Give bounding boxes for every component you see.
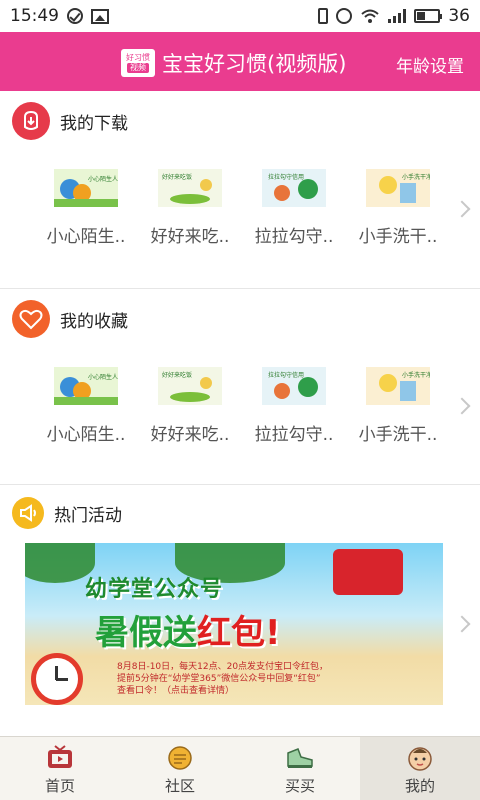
logo-line1: 好习惯 [126,53,150,62]
banner-detail-line: 查看口令！（点击查看详情） [117,686,235,696]
download-item[interactable]: 好好来吃饭 好好来吃.. [138,169,242,247]
favorite-item[interactable]: 拉拉勾守信用 拉拉勾守.. [242,367,346,445]
activities-section: 热门活动 幼学堂公众号 暑假送红包! 8月8日-10日，每天12点、20点发支付… [0,484,480,736]
tab-label: 社区 [164,777,195,795]
download-item[interactable]: 小手洗干净 小手洗干.. [346,169,450,247]
video-thumbnail: 好好来吃饭 [158,169,222,207]
video-thumbnail: 小心陌生人 [54,367,118,405]
alarm-clock-icon [31,653,83,705]
alarm-icon [336,8,353,24]
item-label: 小心陌生.. [46,425,126,445]
item-label: 拉拉勾守.. [254,425,334,445]
thumb-caption: 好好来吃饭 [162,371,192,379]
chat-icon [165,745,195,771]
red-envelope-graphic [333,549,403,595]
item-label: 小手洗干.. [358,425,438,445]
status-bar: 15:49 36 [0,0,480,32]
page-title: 宝宝好习惯(视频版) [162,52,347,76]
video-thumbnail: 拉拉勾守信用 [262,169,326,207]
app-logo: 好习惯 视频 [121,49,155,77]
item-label: 拉拉勾守.. [254,227,334,247]
thumb-caption: 拉拉勾守信用 [268,371,304,379]
banner-subheadline-a: 暑假送 [95,613,197,653]
promo-banner[interactable]: 幼学堂公众号 暑假送红包! 8月8日-10日，每天12点、20点发支付宝口令红包… [25,543,443,705]
chevron-right-icon[interactable] [453,397,471,415]
thumb-caption: 小心陌生人 [88,373,118,381]
tab-label: 首页 [44,777,75,795]
banner-subheadline-b: 红包! [197,613,281,653]
item-label: 小手洗干.. [358,227,438,247]
age-setting-button[interactable]: 年龄设置 [396,52,464,77]
favorite-item[interactable]: 好好来吃饭 好好来吃.. [138,367,242,445]
tab-mine[interactable]: 我的 [360,737,480,800]
item-label: 好好来吃.. [150,425,230,445]
tab-home[interactable]: 首页 [0,737,120,800]
heart-icon [12,300,50,338]
megaphone-icon [12,497,44,529]
video-thumbnail: 小心陌生人 [54,169,118,207]
favorite-item[interactable]: 小手洗干净 小手洗干.. [346,367,450,445]
video-thumbnail: 小手洗干净 [366,169,430,207]
download-item[interactable]: 小心陌生人 小心陌生.. [34,169,138,247]
banner-detail: 8月8日-10日，每天12点、20点发支付宝口令红包， 提前5分钟在“幼学堂36… [117,661,328,697]
activities-title: 热门活动 [54,505,122,526]
wifi-icon [361,9,380,23]
check-circle-icon [67,8,83,24]
item-label: 好好来吃.. [150,227,230,247]
tab-label: 我的 [404,777,435,795]
tv-icon [45,745,75,771]
battery-icon [414,9,443,23]
shoe-icon [285,745,315,771]
thumb-caption: 好好来吃饭 [162,173,192,181]
tab-community[interactable]: 社区 [120,737,240,800]
download-item[interactable]: 拉拉勾守信用 拉拉勾守.. [242,169,346,247]
bottom-tab-bar: 首页 社区 买买 我的 [0,736,480,800]
tab-shop[interactable]: 买买 [240,737,360,800]
baby-face-icon [405,745,435,771]
download-icon [12,102,50,140]
video-thumbnail: 好好来吃饭 [158,367,222,405]
favorites-title: 我的收藏 [60,311,128,332]
signal-icon [388,9,407,23]
banner-detail-line: 8月8日-10日，每天12点、20点发支付宝口令红包， [117,662,329,672]
favorite-item[interactable]: 小心陌生人 小心陌生.. [34,367,138,445]
chevron-right-icon[interactable] [453,615,471,633]
app-header: 好习惯 视频 宝宝好习惯(视频版) 年龄设置 [0,32,480,91]
downloads-title: 我的下载 [60,113,128,134]
banner-detail-line: 提前5分钟在“幼学堂365”微信公众号中回复“红包” [117,674,321,684]
thumb-caption: 小手洗干净 [402,371,430,379]
thumb-caption: 小心陌生人 [88,175,118,183]
banner-headline: 幼学堂公众号 [85,577,224,602]
thumb-caption: 小手洗干净 [402,173,430,181]
image-icon [91,8,109,24]
favorites-section: 我的收藏 小心陌生人 小心陌生.. 好好来吃饭 好好来吃.. 拉拉勾守信用 拉拉… [0,288,480,484]
chevron-right-icon[interactable] [453,200,471,218]
downloads-section: 我的下载 小心陌生人 小心陌生.. 好好来吃饭 好好来吃.. 拉拉勾守信用 拉拉… [0,91,480,288]
video-thumbnail: 拉拉勾守信用 [262,367,326,405]
battery-level: 36 [448,6,470,26]
video-thumbnail: 小手洗干净 [366,367,430,405]
logo-line2: 视频 [127,63,149,73]
tab-label: 买买 [284,777,315,795]
status-time: 15:49 [10,6,59,26]
item-label: 小心陌生.. [46,227,126,247]
banner-subheadline: 暑假送红包! [95,605,281,654]
vibrate-icon [318,8,329,24]
thumb-caption: 拉拉勾守信用 [268,173,304,181]
